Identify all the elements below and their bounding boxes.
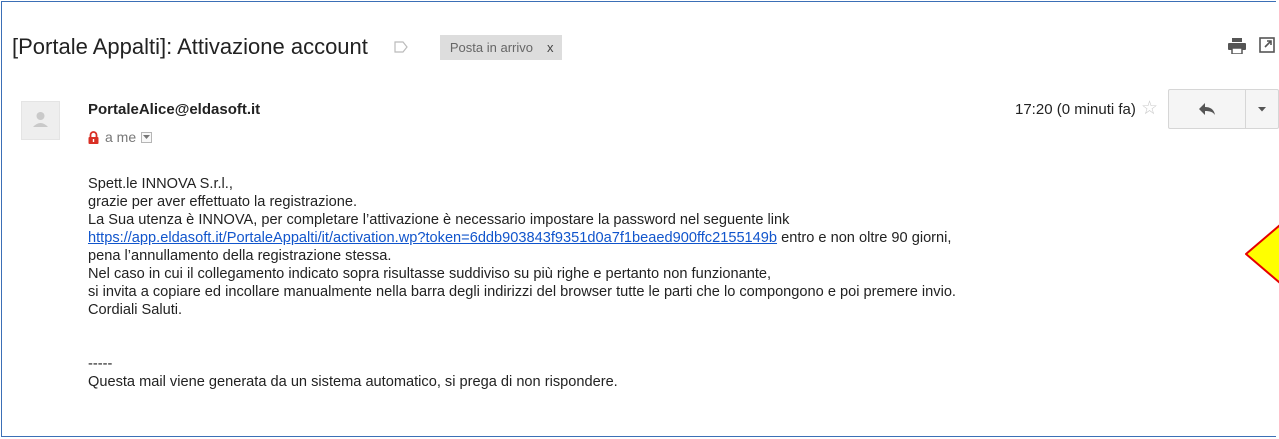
body-separator: ----- [88,356,113,372]
body-greeting: Spett.le INNOVA S.r.l., [88,176,233,192]
sender-address[interactable]: PortaleAlice@eldasoft.it [88,101,260,118]
chevron-down-icon [143,134,151,139]
avatar-icon [33,112,48,127]
chevron-down-icon [1258,106,1266,111]
body-footer: Questa mail viene generata da un sistema… [88,374,618,390]
body-link-line: https://app.eldasoft.it/PortaleAppalti/i… [88,229,956,247]
email-body: Spett.le INNOVA S.r.l., grazie per aver … [88,175,956,391]
subject-row: [Portale Appalti]: Attivazione account P… [12,30,563,64]
email-subject: [Portale Appalti]: Attivazione account [12,34,368,59]
sender-avatar [21,101,60,140]
activation-link[interactable]: https://app.eldasoft.it/PortaleAppalti/i… [88,230,777,246]
body-line: Nel caso in cui il collegamento indicato… [88,266,772,282]
remove-label-button[interactable]: x [547,40,554,55]
label-icon[interactable] [394,41,408,53]
body-line: grazie per aver effettuato la registrazi… [88,194,358,210]
recipient-row: a me [88,129,153,145]
body-closing: Cordiali Saluti. [88,302,183,318]
reply-button-group [1168,89,1279,129]
recipient-details-dropdown[interactable] [141,131,153,143]
arrow-left-icon [1245,224,1279,284]
body-line: La Sua utenza è INNOVA, per completare l… [88,212,790,228]
star-icon[interactable]: ☆ [1141,97,1158,120]
body-line: pena l’annullamento della registrazione … [88,248,392,264]
body-line: si invita a copiare ed incollare manualm… [88,284,956,300]
recipient-label: a me [105,129,137,145]
body-link-suffix: entro e non oltre 90 giorni, [777,230,952,246]
reply-icon [1199,103,1215,115]
inbox-label-tag: Posta in arrivo x [439,34,563,60]
more-actions-button[interactable] [1246,90,1278,128]
reply-button[interactable] [1169,90,1246,128]
inbox-label-text: Posta in arrivo [449,39,533,55]
email-timestamp: 17:20 (0 minuti fa) [1015,101,1136,118]
popout-icon[interactable] [1259,37,1275,53]
print-icon[interactable] [1228,38,1246,54]
lock-icon [88,130,99,144]
